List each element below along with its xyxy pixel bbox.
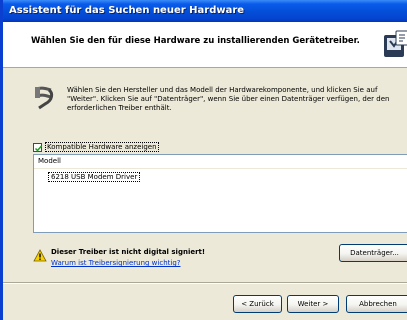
warning-icon [33,249,47,262]
cancel-button[interactable]: Abbrechen [346,295,407,313]
driver-signing-link[interactable]: Warum ist Treibersignierung wichtig? [51,259,180,267]
wizard-header: Wählen Sie den für diese Hardware zu ins… [3,22,407,68]
next-button[interactable]: Weiter > [287,295,339,313]
checkmark-icon [34,145,43,152]
connector-icon [35,86,54,110]
footer-divider [3,282,407,284]
compatible-hardware-label[interactable]: Kompatible Hardware anzeigen [45,142,159,152]
unsigned-driver-warning: Dieser Treiber ist nicht digital signier… [51,248,206,256]
model-listbox[interactable]: Modell 6218 USB Modem Driver [33,154,407,233]
compatible-hardware-row[interactable]: Kompatible Hardware anzeigen [33,141,159,153]
title-bar[interactable]: Assistent für das Suchen neuer Hardware [3,0,407,22]
have-disk-button[interactable]: Datenträger... [339,244,407,262]
model-column-header[interactable]: Modell [34,155,407,169]
list-item[interactable]: 6218 USB Modem Driver [48,172,141,182]
compatible-hardware-checkbox[interactable] [33,142,43,152]
page-title: Wählen Sie den für diese Hardware zu ins… [31,36,360,46]
instruction-text: Wählen Sie den Hersteller und das Modell… [67,86,390,112]
window-title: Assistent für das Suchen neuer Hardware [9,5,245,16]
hardware-wizard-icon [384,30,407,57]
wizard-window: Assistent für das Suchen neuer Hardware … [0,0,407,320]
back-button[interactable]: < Zurück [233,295,282,313]
